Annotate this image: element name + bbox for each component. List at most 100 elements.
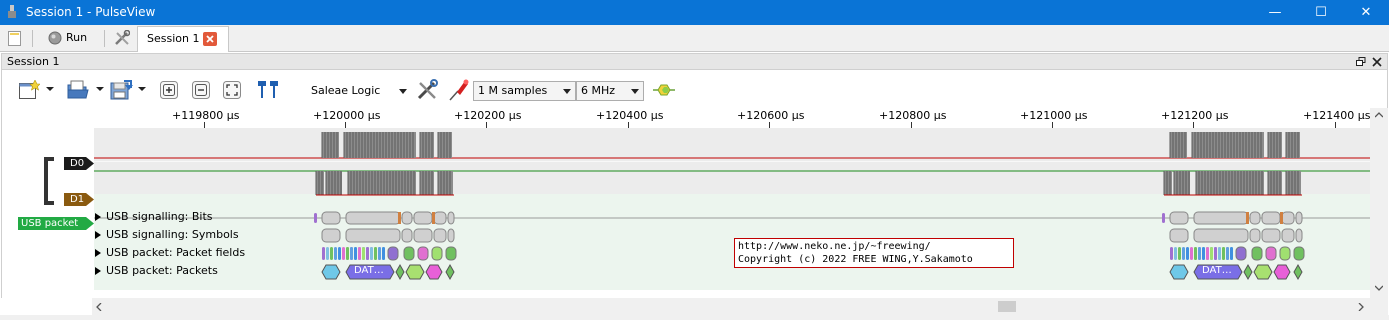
zoom-in-icon[interactable] xyxy=(160,81,178,99)
device-name: Saleae Logic xyxy=(311,84,381,97)
field-annotation xyxy=(338,247,341,260)
expand-row-icon[interactable] xyxy=(95,213,101,221)
packet-annotation xyxy=(425,264,443,280)
field-annotation xyxy=(1230,247,1233,260)
sample-rate-value: 6 MHz xyxy=(581,84,616,97)
field-annotation xyxy=(370,247,373,260)
app-icon xyxy=(8,5,16,18)
trace-canvas[interactable] xyxy=(94,128,1372,290)
bit-annotation xyxy=(447,211,455,225)
signal-burst-d1 xyxy=(1174,171,1190,195)
ruler-tick-label: +119800 µs xyxy=(172,109,240,122)
ruler-tick-label: +121200 µs xyxy=(1161,109,1229,122)
device-selector[interactable]: Saleae Logic xyxy=(306,81,412,101)
close-dock-icon[interactable] xyxy=(1372,57,1382,67)
field-annotation xyxy=(326,247,329,260)
zoom-fit-icon[interactable] xyxy=(223,81,241,99)
channel-tag-arrow xyxy=(86,193,94,206)
status-bar xyxy=(0,315,1389,320)
ruler-tick-label: +121000 µs xyxy=(1020,109,1088,122)
open-folder-icon[interactable] xyxy=(66,79,90,101)
packet-label: DAT… xyxy=(354,265,384,276)
field-annotation xyxy=(1182,247,1185,260)
field-annotation xyxy=(1210,247,1213,260)
decoder-name: USB packet xyxy=(21,218,79,229)
decoder-row-label: USB packet: Packets xyxy=(106,264,218,277)
configure-device-icon[interactable] xyxy=(416,79,438,101)
minimize-button[interactable]: — xyxy=(1252,0,1298,25)
run-label[interactable]: Run xyxy=(66,27,87,49)
field-annotation xyxy=(403,246,415,261)
signal-burst-d1 xyxy=(1164,171,1172,195)
expand-row-icon[interactable] xyxy=(95,249,101,257)
field-annotation xyxy=(350,247,353,260)
field-annotation xyxy=(354,247,357,260)
settings-tools-icon[interactable] xyxy=(114,30,130,46)
new-document-icon[interactable] xyxy=(8,31,21,46)
scroll-left-icon[interactable] xyxy=(96,303,102,311)
packet-annotation xyxy=(321,264,341,280)
packet-annotation xyxy=(1169,264,1189,280)
field-annotation xyxy=(1178,247,1181,260)
bit-annotation xyxy=(314,213,317,223)
channel-tag-d1[interactable]: D1 xyxy=(64,193,86,206)
symbol-annotation xyxy=(413,228,433,243)
field-annotation xyxy=(417,246,429,261)
decoder-row-label: USB signalling: Bits xyxy=(106,210,213,223)
show-cursors-icon[interactable] xyxy=(256,80,280,100)
tab-session-label: Session 1 xyxy=(147,32,200,45)
bit-annotation xyxy=(432,212,435,224)
open-dropdown-icon[interactable] xyxy=(96,87,104,91)
field-annotation xyxy=(1190,247,1193,260)
maximize-button[interactable]: ☐ xyxy=(1298,0,1344,25)
float-dock-icon[interactable] xyxy=(1356,57,1366,67)
close-tab-icon[interactable] xyxy=(203,32,217,46)
save-icon[interactable] xyxy=(108,79,134,101)
horizontal-scrollbar[interactable] xyxy=(92,298,1370,315)
scroll-up-icon[interactable] xyxy=(1375,112,1383,118)
field-annotation xyxy=(1293,246,1305,261)
field-annotation xyxy=(334,247,337,260)
field-annotation xyxy=(1222,247,1225,260)
vertical-scrollbar[interactable] xyxy=(1370,108,1388,298)
field-annotation xyxy=(1198,247,1201,260)
packet-annotation xyxy=(1253,264,1273,280)
channel-name: D1 xyxy=(70,194,85,205)
window-title: Session 1 - PulseView xyxy=(26,5,156,19)
ruler-tick-label: +120600 µs xyxy=(737,109,805,122)
expand-row-icon[interactable] xyxy=(95,231,101,239)
probe-icon[interactable] xyxy=(448,78,470,102)
close-button[interactable]: ✕ xyxy=(1343,0,1389,25)
trace-viewport[interactable]: +119800 µs +120000 µs +120200 µs +120400… xyxy=(1,108,1388,298)
bit-annotation xyxy=(345,211,401,225)
packet-annotation xyxy=(405,264,425,280)
channel-tag-d0[interactable]: D0 xyxy=(64,157,86,170)
save-dropdown-icon[interactable] xyxy=(138,87,146,91)
run-icon[interactable] xyxy=(48,31,62,45)
new-session-icon[interactable] xyxy=(18,80,40,100)
signal-burst-d1 xyxy=(326,171,342,195)
bit-annotation xyxy=(1295,211,1303,225)
field-annotation xyxy=(330,247,333,260)
field-annotation xyxy=(366,247,369,260)
sample-rate-selector[interactable]: 6 MHz xyxy=(576,81,644,101)
scroll-right-icon[interactable] xyxy=(1358,303,1364,311)
field-annotation xyxy=(431,246,443,261)
field-annotation xyxy=(1186,247,1189,260)
new-session-dropdown-icon[interactable] xyxy=(46,87,54,91)
horizontal-scroll-thumb[interactable] xyxy=(998,301,1016,312)
scroll-down-icon[interactable] xyxy=(1375,285,1383,291)
decoder-tag-usb-packet[interactable]: USB packet xyxy=(18,217,86,230)
field-annotation xyxy=(1206,247,1209,260)
bit-annotation xyxy=(1281,211,1295,225)
symbol-annotation xyxy=(345,228,401,243)
zoom-out-icon[interactable] xyxy=(192,81,210,99)
copyright-watermark: http://www.neko.ne.jp/~freewing/ Copyrig… xyxy=(734,238,1014,268)
expand-row-icon[interactable] xyxy=(95,267,101,275)
sample-count-selector[interactable]: 1 M samples xyxy=(473,81,576,101)
field-annotation xyxy=(1235,246,1247,261)
time-ruler[interactable]: +119800 µs +120000 µs +120200 µs +120400… xyxy=(94,108,1372,128)
tab-session-1[interactable]: Session 1 xyxy=(137,26,229,52)
add-protocol-decoder-icon[interactable] xyxy=(653,83,675,97)
channel-group-bracket xyxy=(44,157,54,205)
